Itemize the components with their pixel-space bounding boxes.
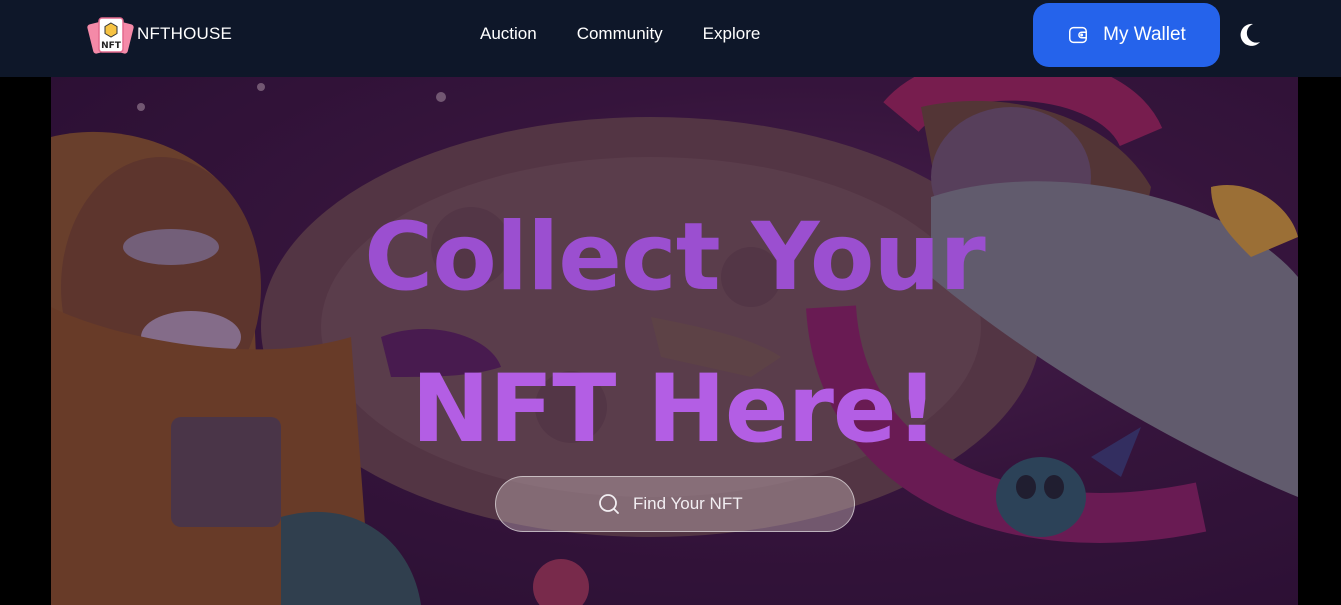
hero-title-line-1: Collect Your bbox=[364, 203, 985, 312]
nft-cards-logo-icon: NFT bbox=[87, 17, 134, 54]
my-wallet-label: My Wallet bbox=[1103, 24, 1186, 45]
top-navbar: NFT NFTHOUSE Auction Community Explore M… bbox=[0, 0, 1341, 77]
hero-title-line-2: NFT Here! bbox=[411, 355, 938, 464]
nav-link-explore[interactable]: Explore bbox=[703, 24, 761, 44]
svg-text:NFT: NFT bbox=[101, 41, 122, 51]
search-icon bbox=[599, 494, 619, 514]
main-nav: Auction Community Explore bbox=[480, 24, 760, 44]
brand-name: NFTHOUSE bbox=[137, 24, 233, 43]
nav-link-community[interactable]: Community bbox=[577, 24, 663, 44]
nft-search-bar[interactable] bbox=[495, 476, 855, 532]
my-wallet-button[interactable]: My Wallet bbox=[1033, 3, 1220, 67]
wallet-icon bbox=[1069, 26, 1088, 44]
moon-icon[interactable] bbox=[1238, 22, 1262, 48]
hero-banner: Collect Your NFT Here! bbox=[51, 77, 1298, 605]
brand-logo[interactable]: NFT NFTHOUSE bbox=[87, 14, 232, 56]
nav-link-auction[interactable]: Auction bbox=[480, 24, 537, 44]
nft-search-input[interactable] bbox=[633, 494, 753, 514]
